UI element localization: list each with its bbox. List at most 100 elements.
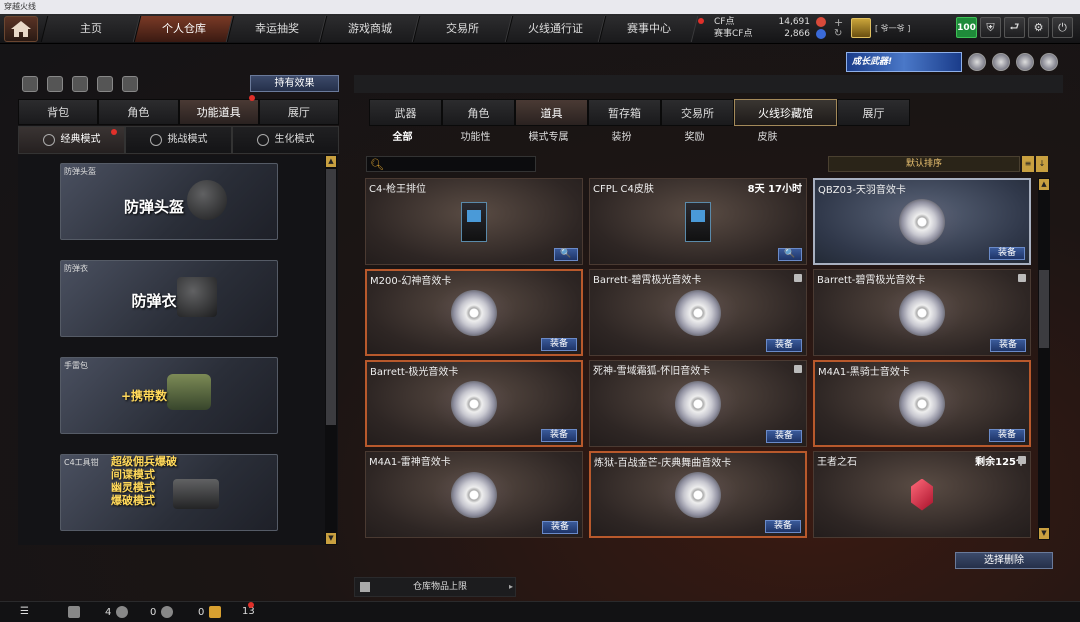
left-tab-backpack[interactable]: 背包 bbox=[18, 99, 99, 125]
item-card[interactable]: 炼狱-百战金芒-庆典舞曲音效卡装备 bbox=[589, 451, 807, 538]
shield-status-icon[interactable] bbox=[116, 606, 129, 618]
nav-tab-lottery[interactable]: 幸运抽奖 bbox=[226, 16, 327, 42]
right-tab-exchange[interactable]: 交易所 bbox=[661, 99, 734, 126]
capacity-bar[interactable]: 仓库物品上限 ▸ bbox=[354, 577, 516, 597]
nav-tab-home[interactable]: 主页 bbox=[40, 16, 141, 42]
left-tab-showroom[interactable]: 展厅 bbox=[258, 99, 339, 125]
equip-button[interactable]: 装备 bbox=[542, 521, 578, 534]
shield-icon[interactable]: ⛨ bbox=[980, 17, 1001, 38]
subtab-rewards[interactable]: 奖励 bbox=[658, 128, 731, 148]
subtab-skins[interactable]: 皮肤 bbox=[731, 128, 804, 148]
item-name: 炼狱-百战金芒-庆典舞曲音效卡 bbox=[594, 458, 732, 469]
functional-items-list: 防弹头盔 防弹头盔 防弹衣 防弹衣 +携带数 手雷包 超级佣兵爆破 间谍模式 幽… bbox=[18, 155, 338, 545]
equip-button[interactable]: 装备 bbox=[989, 429, 1025, 442]
item-card[interactable]: Barrett-碧霄极光音效卡 装备 bbox=[813, 269, 1031, 356]
nav-tab-shop[interactable]: 游戏商城 bbox=[319, 16, 420, 42]
nav-tab-exchange[interactable]: 交易所 bbox=[412, 16, 513, 42]
right-tab-showroom[interactable]: 展厅 bbox=[837, 99, 910, 126]
equip-button[interactable]: 装备 bbox=[541, 338, 577, 351]
equip-button[interactable]: 装备 bbox=[766, 430, 802, 443]
grid-scrollbar[interactable]: ▲ ▼ bbox=[1038, 178, 1050, 540]
search-input[interactable]: 🔍︎ bbox=[366, 156, 536, 172]
cycle-icon[interactable] bbox=[72, 76, 88, 92]
power-icon[interactable]: ⏻ bbox=[1052, 17, 1073, 38]
nav-tab-pass[interactable]: 火线通行证 bbox=[505, 16, 606, 42]
item-card[interactable]: C4-枪王排位 🔍 bbox=[365, 178, 583, 265]
right-tab-character[interactable]: 角色 bbox=[442, 99, 515, 126]
disc-icon bbox=[675, 471, 721, 518]
menu-icon[interactable]: ☰ bbox=[20, 606, 29, 617]
mode-tab-classic[interactable]: 经典模式 bbox=[18, 126, 125, 154]
item-card[interactable]: 王者之石 剩余125个 bbox=[813, 451, 1031, 538]
emblem-icon[interactable] bbox=[968, 53, 986, 71]
game-window: 穿越火线 主页 个人仓库 幸运抽奖 游戏商城 交易所 火线通行证 赛事中心 CF… bbox=[0, 0, 1080, 622]
select-delete-button[interactable]: 选择删除 bbox=[955, 552, 1053, 569]
inspect-button[interactable]: 🔍 bbox=[778, 248, 802, 261]
scroll-up-icon[interactable]: ▲ bbox=[1039, 179, 1049, 190]
mouse-icon[interactable] bbox=[122, 76, 138, 92]
left-scrollbar[interactable]: ▲ ▼ bbox=[325, 155, 337, 545]
wing-icon[interactable] bbox=[1040, 53, 1058, 71]
promo-banner[interactable]: 成长武器! bbox=[846, 52, 962, 72]
item-card[interactable]: Barrett-极光音效卡 装备 bbox=[365, 360, 583, 447]
equip-button[interactable]: 装备 bbox=[541, 429, 577, 442]
player-rank[interactable]: [ 爷一爷 ] bbox=[851, 17, 947, 39]
scroll-thumb[interactable] bbox=[326, 169, 336, 425]
mode-tab-challenge[interactable]: 挑战模式 bbox=[125, 126, 232, 154]
subtab-all[interactable]: 全部 bbox=[366, 128, 439, 148]
item-card-grenade-pack[interactable]: +携带数 手雷包 bbox=[60, 357, 278, 434]
scroll-up-icon[interactable]: ▲ bbox=[326, 156, 336, 167]
equip-button[interactable]: 装备 bbox=[990, 339, 1026, 352]
badge-icon[interactable] bbox=[1016, 53, 1034, 71]
item-card[interactable]: Barrett-碧霄极光音效卡 装备 bbox=[589, 269, 807, 356]
right-tab-weapons[interactable]: 武器 bbox=[369, 99, 442, 126]
item-card[interactable]: M200-幻神音效卡 装备 bbox=[365, 269, 583, 356]
refresh-icon[interactable]: ↻ bbox=[834, 28, 842, 39]
subtab-cosmetic[interactable]: 装扮 bbox=[585, 128, 658, 148]
notification-dot bbox=[698, 18, 704, 24]
nav-tab-events[interactable]: 赛事中心 bbox=[598, 16, 699, 42]
ammo-icon[interactable] bbox=[22, 76, 38, 92]
scroll-thumb[interactable] bbox=[1039, 270, 1049, 348]
scroll-down-icon[interactable]: ▼ bbox=[326, 533, 336, 544]
sort-desc-icon[interactable]: ↓ bbox=[1036, 156, 1048, 172]
sort-dropdown[interactable]: 默认排序 bbox=[828, 156, 1020, 172]
gift-icon[interactable] bbox=[209, 606, 222, 618]
character-icon[interactable] bbox=[97, 76, 113, 92]
nav-tab-warehouse[interactable]: 个人仓库 bbox=[133, 16, 234, 42]
stats-icon[interactable] bbox=[47, 76, 63, 92]
event-coin-icon bbox=[816, 29, 826, 39]
item-card-helmet[interactable]: 防弹头盔 防弹头盔 bbox=[60, 163, 278, 240]
level-badge[interactable]: 100 bbox=[956, 17, 977, 38]
list-view-icon[interactable]: ≡ bbox=[1022, 156, 1034, 172]
item-card-c4-tool[interactable]: 超级佣兵爆破 间谍模式 幽灵模式 爆破模式 C4工具钳 bbox=[60, 454, 278, 531]
left-tab-functional-items[interactable]: 功能道具 bbox=[178, 99, 259, 125]
item-card[interactable]: CFPL C4皮肤 8天 17小时 🔍 bbox=[589, 178, 807, 265]
right-tab-storage[interactable]: 暂存箱 bbox=[588, 99, 661, 126]
equip-button[interactable]: 装备 bbox=[765, 520, 801, 533]
medal-icon[interactable] bbox=[992, 53, 1010, 71]
gear-icon[interactable]: ⚙ bbox=[1028, 17, 1049, 38]
equip-button[interactable]: 装备 bbox=[989, 247, 1025, 260]
home-button[interactable] bbox=[4, 16, 38, 42]
subtab-functional[interactable]: 功能性 bbox=[439, 128, 512, 148]
holding-effect-button[interactable]: 持有效果 bbox=[250, 75, 339, 92]
exit-room-icon[interactable]: ⮐ bbox=[1004, 17, 1025, 38]
subtab-mode-exclusive[interactable]: 模式专属 bbox=[512, 128, 585, 148]
chat-icon[interactable] bbox=[161, 606, 174, 618]
rank-badge-icon bbox=[851, 18, 871, 38]
item-card[interactable]: M4A1-黑骑士音效卡 装备 bbox=[813, 360, 1031, 447]
scroll-down-icon[interactable]: ▼ bbox=[1039, 528, 1049, 539]
right-tab-items[interactable]: 道具 bbox=[515, 99, 588, 126]
item-card[interactable]: M4A1-雷神音效卡 装备 bbox=[365, 451, 583, 538]
mode-tab-zombie[interactable]: 生化模式 bbox=[232, 126, 339, 154]
inspect-button[interactable]: 🔍 bbox=[554, 248, 578, 261]
item-card[interactable]: QBZ03-天羽音效卡 装备 bbox=[813, 178, 1031, 265]
equip-button[interactable]: 装备 bbox=[766, 339, 802, 352]
item-card-vest[interactable]: 防弹衣 防弹衣 bbox=[60, 260, 278, 337]
friends-icon[interactable] bbox=[68, 606, 80, 618]
right-tab-collection[interactable]: 火线珍藏馆 bbox=[734, 99, 837, 126]
nav-tab-label: 游戏商城 bbox=[347, 22, 392, 35]
item-card[interactable]: 死神-雪域霜狐-怀旧音效卡 装备 bbox=[589, 360, 807, 447]
left-tab-character[interactable]: 角色 bbox=[98, 99, 179, 125]
